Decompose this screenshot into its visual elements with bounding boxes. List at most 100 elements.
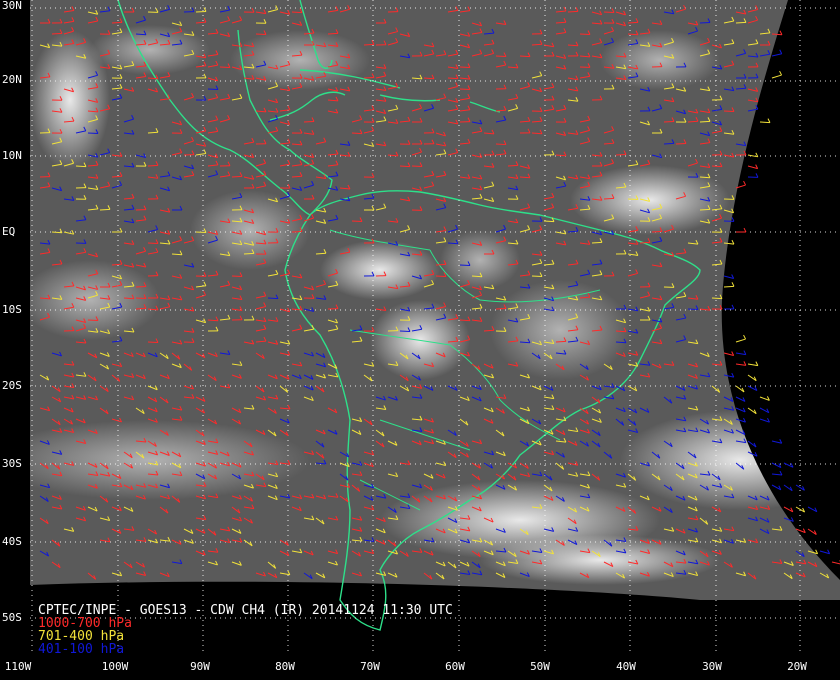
barb-shaft <box>207 319 219 322</box>
barb-shaft <box>459 319 471 322</box>
barb-shaft <box>747 154 758 158</box>
barb-shaft <box>291 230 303 233</box>
barb-shaft <box>567 10 579 13</box>
barb-shaft <box>519 55 531 58</box>
wind-barb <box>735 227 747 233</box>
wind-barb <box>747 173 759 178</box>
wind-barb <box>723 282 735 288</box>
barb-shaft <box>207 88 219 91</box>
barb-shaft <box>699 208 711 211</box>
wind-barb <box>723 304 735 310</box>
barb-shaft <box>723 285 735 288</box>
wind-barb <box>723 351 735 357</box>
satellite-wind-map <box>30 0 840 655</box>
wind-barb <box>771 70 783 79</box>
cloud <box>440 230 520 290</box>
lon-label-30w: 30W <box>702 660 722 673</box>
cloud <box>190 190 310 270</box>
wind-barb <box>807 528 817 535</box>
wind-barb <box>747 361 759 367</box>
wind-barb <box>735 334 747 343</box>
wind-barb <box>795 506 806 513</box>
wind-barb <box>759 417 770 423</box>
wind-barb <box>771 484 782 491</box>
barb-shaft <box>171 253 183 256</box>
barb-shaft <box>399 330 411 333</box>
lon-label-100w: 100W <box>101 660 129 673</box>
barb-shaft <box>363 43 375 46</box>
barb-shaft <box>447 77 459 80</box>
wind-barb <box>735 407 746 413</box>
barb-feather <box>731 217 735 222</box>
barb-shaft <box>735 87 747 90</box>
lon-label-20w: 20W <box>787 660 807 673</box>
barb-shaft <box>219 66 231 69</box>
lat-label-10s: 10S <box>2 303 22 316</box>
barb-shaft <box>87 132 99 135</box>
barb-shaft <box>771 473 782 476</box>
barb-shaft <box>147 164 159 167</box>
wind-barb <box>783 506 794 513</box>
lat-label-30n: 30N <box>2 0 22 12</box>
wind-barb <box>747 385 758 391</box>
barb-shaft <box>195 231 207 234</box>
lon-label-110w: 110W <box>4 660 32 673</box>
barb-shaft <box>543 220 555 223</box>
barb-shaft <box>75 165 87 168</box>
lon-label-50w: 50W <box>530 660 550 673</box>
barb-feather <box>731 304 735 310</box>
barb-shaft <box>291 11 303 14</box>
lat-label-eq: EQ <box>2 225 16 238</box>
wind-barb <box>807 506 818 513</box>
barb-shaft <box>627 21 639 24</box>
lat-label-20s: 20S <box>2 379 22 392</box>
barb-feather <box>779 49 783 54</box>
barb-feather <box>779 70 783 76</box>
lon-label-80w: 80W <box>275 660 295 673</box>
wind-barb <box>771 470 783 476</box>
barb-feather <box>755 173 759 178</box>
barb-shaft <box>51 32 63 35</box>
image-caption: CPTEC/INPE - GOES13 - CDW CH4 (IR) 20141… <box>38 604 453 656</box>
barb-shaft <box>435 263 447 266</box>
wind-barb <box>747 407 757 415</box>
barb-shaft <box>399 165 411 168</box>
barb-shaft <box>639 241 651 244</box>
wind-barb <box>735 385 745 393</box>
wind-barb <box>747 152 759 158</box>
barb-shaft <box>699 120 711 123</box>
wind-barb <box>747 440 757 448</box>
barb-shaft <box>507 164 519 167</box>
barb-shaft <box>735 21 747 24</box>
barb-shaft <box>495 55 507 58</box>
lon-label-40w: 40W <box>616 660 636 673</box>
barb-shaft <box>759 121 771 124</box>
barb-shaft <box>735 363 746 366</box>
lat-label-20n: 20N <box>2 73 22 86</box>
barb-shaft <box>711 165 723 168</box>
barb-shaft <box>735 352 746 356</box>
barb-shaft <box>831 561 840 565</box>
wind-barb <box>771 462 782 469</box>
wind-barb <box>735 396 746 402</box>
barb-shaft <box>579 33 591 36</box>
barb-shaft <box>231 175 243 178</box>
lon-label-70w: 70W <box>360 660 380 673</box>
barb-shaft <box>135 307 147 310</box>
barb-shaft <box>495 143 507 146</box>
wind-barb <box>759 407 770 414</box>
barb-shaft <box>267 297 279 300</box>
barb-shaft <box>771 53 782 57</box>
wind-barb <box>747 374 757 382</box>
barb-shaft <box>675 142 687 145</box>
barb-shaft <box>351 132 363 135</box>
wind-barb <box>783 462 794 468</box>
barb-shaft <box>771 74 782 79</box>
wind-barb <box>723 274 735 280</box>
wind-barb <box>735 361 747 366</box>
wind-barb <box>759 118 771 124</box>
barb-shaft <box>747 363 758 367</box>
barb-shaft <box>531 43 543 46</box>
barb-shaft <box>135 297 147 300</box>
barb-shaft <box>495 307 507 310</box>
